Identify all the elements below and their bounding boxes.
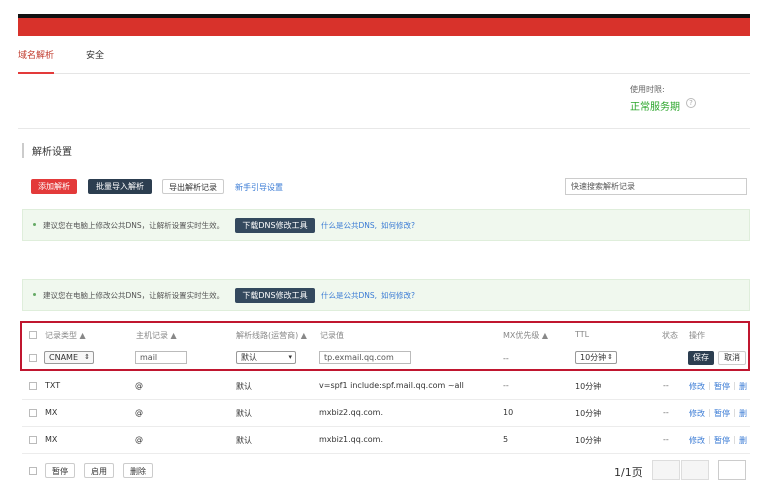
separator: |	[708, 435, 711, 444]
divider	[18, 128, 750, 129]
bulk-pause-button[interactable]: 暂停	[45, 463, 75, 478]
row-checkbox[interactable]	[29, 436, 37, 444]
record-ttl: 10分钟	[575, 436, 602, 445]
how-to-modify-link[interactable]: 如何修改?	[381, 290, 415, 301]
usage-status: 正常服务期	[630, 102, 680, 113]
usage-label: 使用时限:	[630, 85, 665, 94]
bullet-icon	[33, 293, 36, 296]
how-to-modify-link[interactable]: 如何修改?	[381, 220, 415, 231]
delete-link[interactable]: 删	[739, 435, 747, 446]
dns-notice-2: 建议您在电脑上修改公共DNS，让解析设置实时生效。 下载DNS修改工具 什么是公…	[22, 279, 750, 311]
record-status: --	[663, 381, 669, 390]
edit-link[interactable]: 修改	[689, 408, 705, 419]
record-type: TXT	[45, 381, 61, 390]
separator: |	[733, 408, 736, 417]
notice-text: 建议您在电脑上修改公共DNS，让解析设置实时生效。	[43, 291, 225, 300]
notice-text: 建议您在电脑上修改公共DNS，让解析设置实时生效。	[43, 221, 225, 230]
record-host: @	[135, 435, 143, 444]
add-record-button[interactable]: 添加解析	[31, 179, 77, 194]
help-icon[interactable]: ?	[686, 98, 696, 108]
record-line: 默认	[236, 409, 252, 418]
record-host: @	[135, 408, 143, 417]
row-divider	[22, 453, 750, 454]
edit-link[interactable]: 修改	[689, 435, 705, 446]
tab-dns[interactable]: 域名解析	[18, 48, 55, 74]
delete-link[interactable]: 删	[739, 408, 747, 419]
page-indicator: 1/1页	[614, 466, 643, 479]
record-mx: --	[503, 381, 509, 390]
edit-link[interactable]: 修改	[689, 381, 705, 392]
bulk-select-checkbox[interactable]	[29, 467, 37, 475]
separator: |	[708, 381, 711, 390]
delete-link[interactable]: 删	[739, 381, 747, 392]
pause-link[interactable]: 暂停	[714, 435, 730, 446]
separator: |	[733, 381, 736, 390]
record-mx: 5	[503, 435, 509, 444]
what-is-dns-link[interactable]: 什么是公共DNS,	[321, 220, 377, 231]
record-value: v=spf1 include:spf.mail.qq.com ~all	[319, 381, 464, 390]
record-line: 默认	[236, 382, 252, 391]
row-checkbox[interactable]	[29, 382, 37, 390]
row-divider	[22, 426, 750, 427]
row-checkbox[interactable]	[29, 409, 37, 417]
batch-import-button[interactable]: 批量导入解析	[88, 179, 152, 194]
export-button[interactable]: 导出解析记录	[162, 179, 224, 194]
pause-link[interactable]: 暂停	[714, 408, 730, 419]
separator: |	[733, 435, 736, 444]
what-is-dns-link[interactable]: 什么是公共DNS,	[321, 290, 377, 301]
record-ttl: 10分钟	[575, 382, 602, 391]
download-tool-button[interactable]: 下载DNS修改工具	[235, 218, 315, 233]
record-value: mxbiz2.qq.com.	[319, 408, 383, 417]
record-status: --	[663, 408, 669, 417]
download-tool-button[interactable]: 下载DNS修改工具	[235, 288, 315, 303]
bulk-delete-button[interactable]: 删除	[123, 463, 153, 478]
pause-link[interactable]: 暂停	[714, 381, 730, 392]
record-ttl: 10分钟	[575, 409, 602, 418]
record-line: 默认	[236, 436, 252, 445]
bulk-enable-button[interactable]: 启用	[84, 463, 114, 478]
section-title: 解析设置	[22, 143, 72, 158]
tab-bar: 域名解析 安全	[18, 36, 750, 74]
record-host: @	[135, 381, 143, 390]
bullet-icon	[33, 223, 36, 226]
top-banner	[18, 14, 750, 36]
dns-notice: 建议您在电脑上修改公共DNS，让解析设置实时生效。 下载DNS修改工具 什么是公…	[22, 209, 750, 241]
record-type: MX	[45, 435, 58, 444]
record-mx: 10	[503, 408, 514, 417]
tab-security[interactable]: 安全	[86, 48, 104, 61]
prev-page-button[interactable]	[652, 460, 680, 480]
search-input[interactable]: 快速搜索解析记录	[565, 178, 747, 195]
separator: |	[708, 408, 711, 417]
record-status: --	[663, 435, 669, 444]
record-type: MX	[45, 408, 58, 417]
row-divider	[22, 399, 750, 400]
next-page-button[interactable]	[681, 460, 709, 480]
edit-row-highlight	[20, 321, 750, 371]
page-jump-input[interactable]	[718, 460, 746, 480]
record-value: mxbiz1.qq.com.	[319, 435, 383, 444]
guide-link[interactable]: 新手引导设置	[235, 182, 283, 193]
